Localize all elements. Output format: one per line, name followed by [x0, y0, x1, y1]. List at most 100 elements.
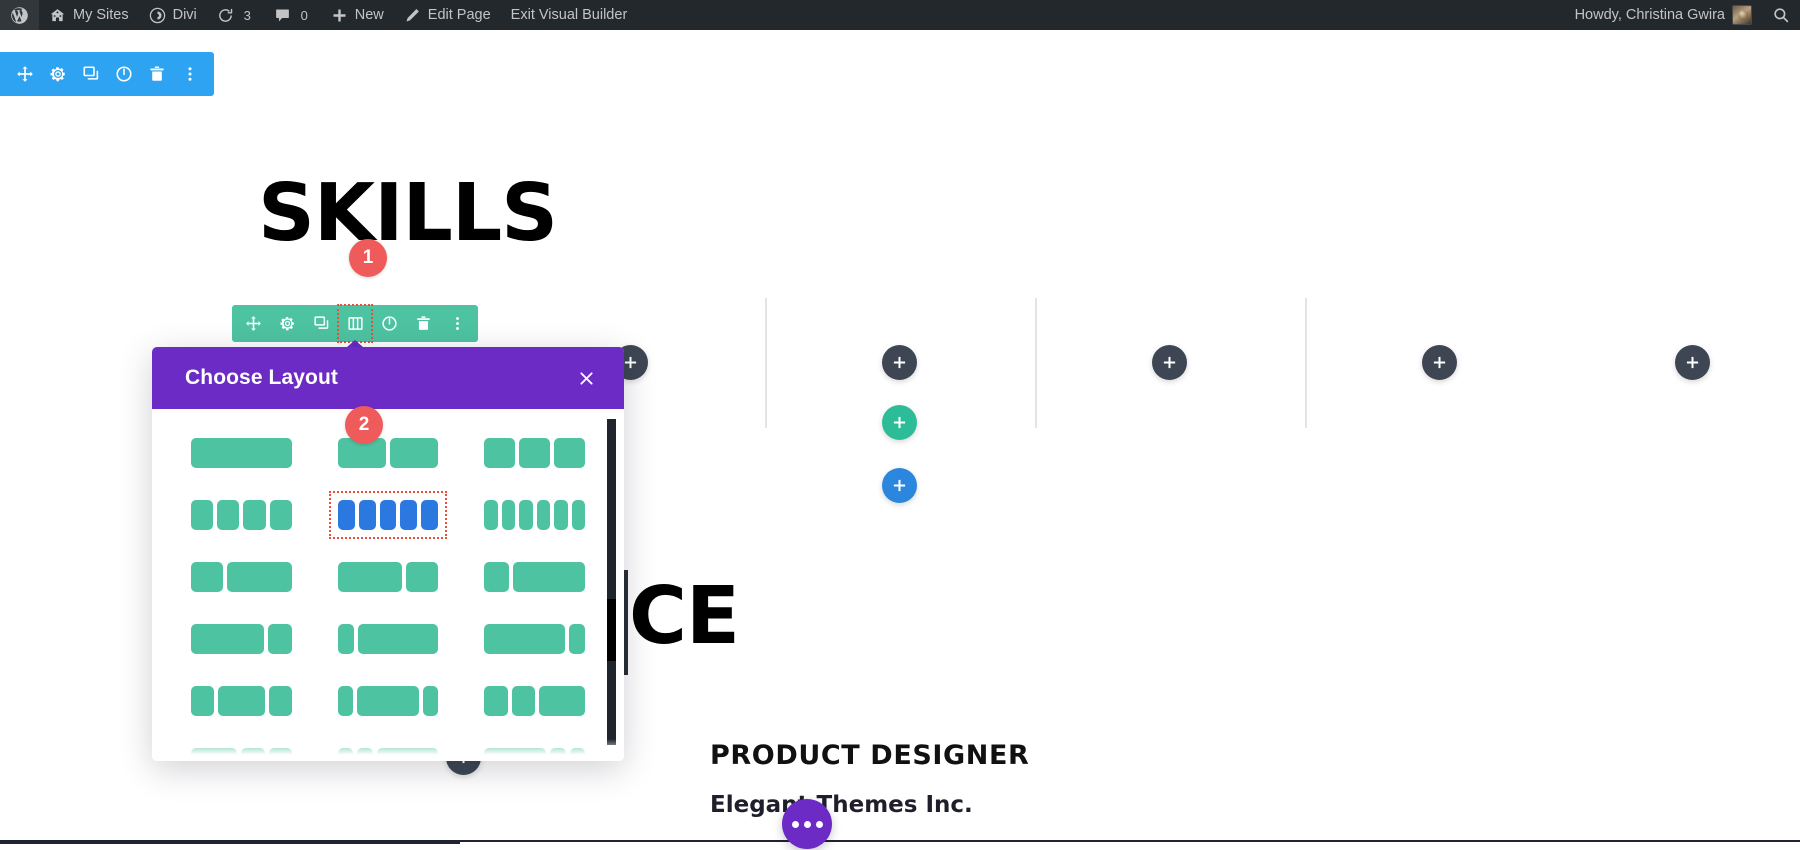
layout-option-one-quarter-three-quarters[interactable]	[481, 559, 588, 595]
adminbar-item-new[interactable]: New	[321, 0, 394, 30]
section-delete-button[interactable]	[140, 52, 173, 96]
adminbar-item-search[interactable]	[1762, 0, 1800, 30]
adminbar-item-my-sites[interactable]: My Sites	[39, 0, 139, 30]
adminbar-item-updates[interactable]: 3	[207, 0, 264, 30]
layout-cell	[484, 748, 547, 761]
layout-cell	[337, 500, 355, 530]
column-divider-2	[1035, 298, 1037, 428]
add-module-blue[interactable]	[882, 468, 917, 503]
adminbar-label-divi: Divi	[172, 7, 197, 23]
add-module-dark-1[interactable]	[882, 345, 917, 380]
layout-cell	[569, 748, 585, 761]
layout-cell	[357, 624, 439, 654]
divi-menu-fab[interactable]	[782, 799, 832, 849]
power-icon	[381, 316, 397, 331]
adminbar-item-exit-visual-builder[interactable]: Exit Visual Builder	[501, 0, 638, 30]
adminbar-item-wordpress-logo[interactable]	[0, 0, 39, 30]
adminbar-item-comments[interactable]: 0	[264, 0, 321, 30]
row-toolbar[interactable]	[232, 304, 478, 355]
layout-option-three-column[interactable]	[481, 435, 588, 471]
modal-scrollbar[interactable]	[607, 419, 616, 745]
column-divider-3	[1305, 298, 1307, 428]
section-settings-button[interactable]	[41, 52, 74, 96]
ellipsis-icon-dot-2	[803, 820, 811, 828]
adminbar-label-edit-page: Edit Page	[427, 7, 491, 23]
section-more-options-button[interactable]	[173, 52, 206, 96]
add-module-dark-2[interactable]	[1152, 345, 1187, 380]
layout-option-quarter-half-quarter[interactable]	[188, 683, 295, 719]
adminbar-label-new: New	[354, 7, 384, 23]
layout-option-one-third-two-thirds[interactable]	[188, 559, 295, 595]
layout-cell	[484, 624, 565, 654]
layout-cell	[227, 562, 292, 592]
avatar	[1732, 5, 1752, 25]
layout-cell	[538, 686, 585, 716]
add-module-dark-4[interactable]	[1675, 345, 1710, 380]
adminbar-item-divi[interactable]: Divi	[139, 0, 207, 30]
adminbar-item-edit-page[interactable]: Edit Page	[394, 0, 501, 30]
column-divider-1	[765, 298, 767, 428]
layout-cell	[554, 438, 585, 468]
row-delete-button[interactable]	[406, 305, 440, 342]
layout-cell	[191, 748, 238, 761]
row-toolbar-columns-button[interactable]	[337, 304, 373, 355]
layout-cell	[571, 500, 585, 530]
gear-icon	[50, 67, 65, 82]
layout-option-two-thirds-sixth-sixth[interactable]	[481, 745, 588, 761]
layout-option-two-column[interactable]	[335, 435, 442, 471]
layout-cell	[554, 500, 568, 530]
add-module-dark-3[interactable]	[1422, 345, 1457, 380]
layout-cell	[268, 686, 292, 716]
section-toolbar[interactable]	[0, 52, 214, 96]
row-duplicate-button[interactable]	[304, 305, 338, 342]
layout-cell	[337, 686, 354, 716]
layout-option-quarter-quarter-half[interactable]	[481, 683, 588, 719]
plus-icon	[893, 416, 906, 429]
modal-body[interactable]	[152, 409, 624, 761]
section-duplicate-button[interactable]	[74, 52, 107, 96]
row-move-button[interactable]	[236, 305, 270, 342]
layout-cell	[406, 562, 439, 592]
row-disable-button[interactable]	[372, 305, 406, 342]
wordpress-logo-icon	[10, 6, 29, 25]
layout-option-one-column[interactable]	[188, 435, 295, 471]
layout-option-sixth-sixth-two-thirds[interactable]	[335, 745, 442, 761]
modal-scrollbar-thumb[interactable]	[607, 599, 616, 661]
layout-cell	[484, 562, 509, 592]
duplicate-icon	[82, 66, 98, 80]
section-move-button[interactable]	[8, 52, 41, 96]
layout-cell	[267, 624, 292, 654]
step-badge-2: 2	[345, 406, 383, 444]
move-icon	[245, 316, 261, 331]
row-more-options-button[interactable]	[440, 305, 474, 342]
layout-option-six-column[interactable]	[481, 497, 588, 533]
layout-cell	[268, 748, 292, 761]
adminbar-howdy-label: Howdy, Christina Gwira	[1574, 7, 1725, 23]
add-module-green[interactable]	[882, 405, 917, 440]
layout-cell	[191, 686, 215, 716]
layout-cell	[550, 748, 566, 761]
company-name: Elegant Themes Inc.	[710, 792, 973, 818]
layout-cell	[422, 686, 439, 716]
layout-cell	[191, 562, 224, 592]
layout-option-four-column[interactable]	[188, 497, 295, 533]
modal-close-button[interactable]	[570, 362, 602, 394]
section-disable-button[interactable]	[107, 52, 140, 96]
search-icon	[1772, 6, 1790, 24]
layout-option-half-quarter-quarter[interactable]	[188, 745, 295, 761]
layout-option-two-thirds-one-third[interactable]	[335, 559, 442, 595]
wp-admin-bar: My Sites Divi 3 0 New Edit Page Exit Vis…	[0, 0, 1800, 30]
layout-cell	[218, 686, 265, 716]
layout-cell	[512, 562, 585, 592]
layout-cell	[421, 500, 439, 530]
layout-option-sixth-two-thirds-sixth[interactable]	[335, 683, 442, 719]
layout-option-one-sixth-five-sixths[interactable]	[335, 621, 442, 657]
plus-icon	[893, 356, 906, 369]
layout-option-three-quarters-one-quarter[interactable]	[188, 621, 295, 657]
adminbar-item-account[interactable]: Howdy, Christina Gwira	[1565, 0, 1762, 30]
ellipsis-icon-dot-3	[815, 820, 823, 828]
row-settings-button[interactable]	[270, 305, 304, 342]
layout-option-five-sixths-one-sixth[interactable]	[481, 621, 588, 657]
layout-option-five-column[interactable]	[328, 491, 448, 539]
layout-cell	[358, 500, 376, 530]
